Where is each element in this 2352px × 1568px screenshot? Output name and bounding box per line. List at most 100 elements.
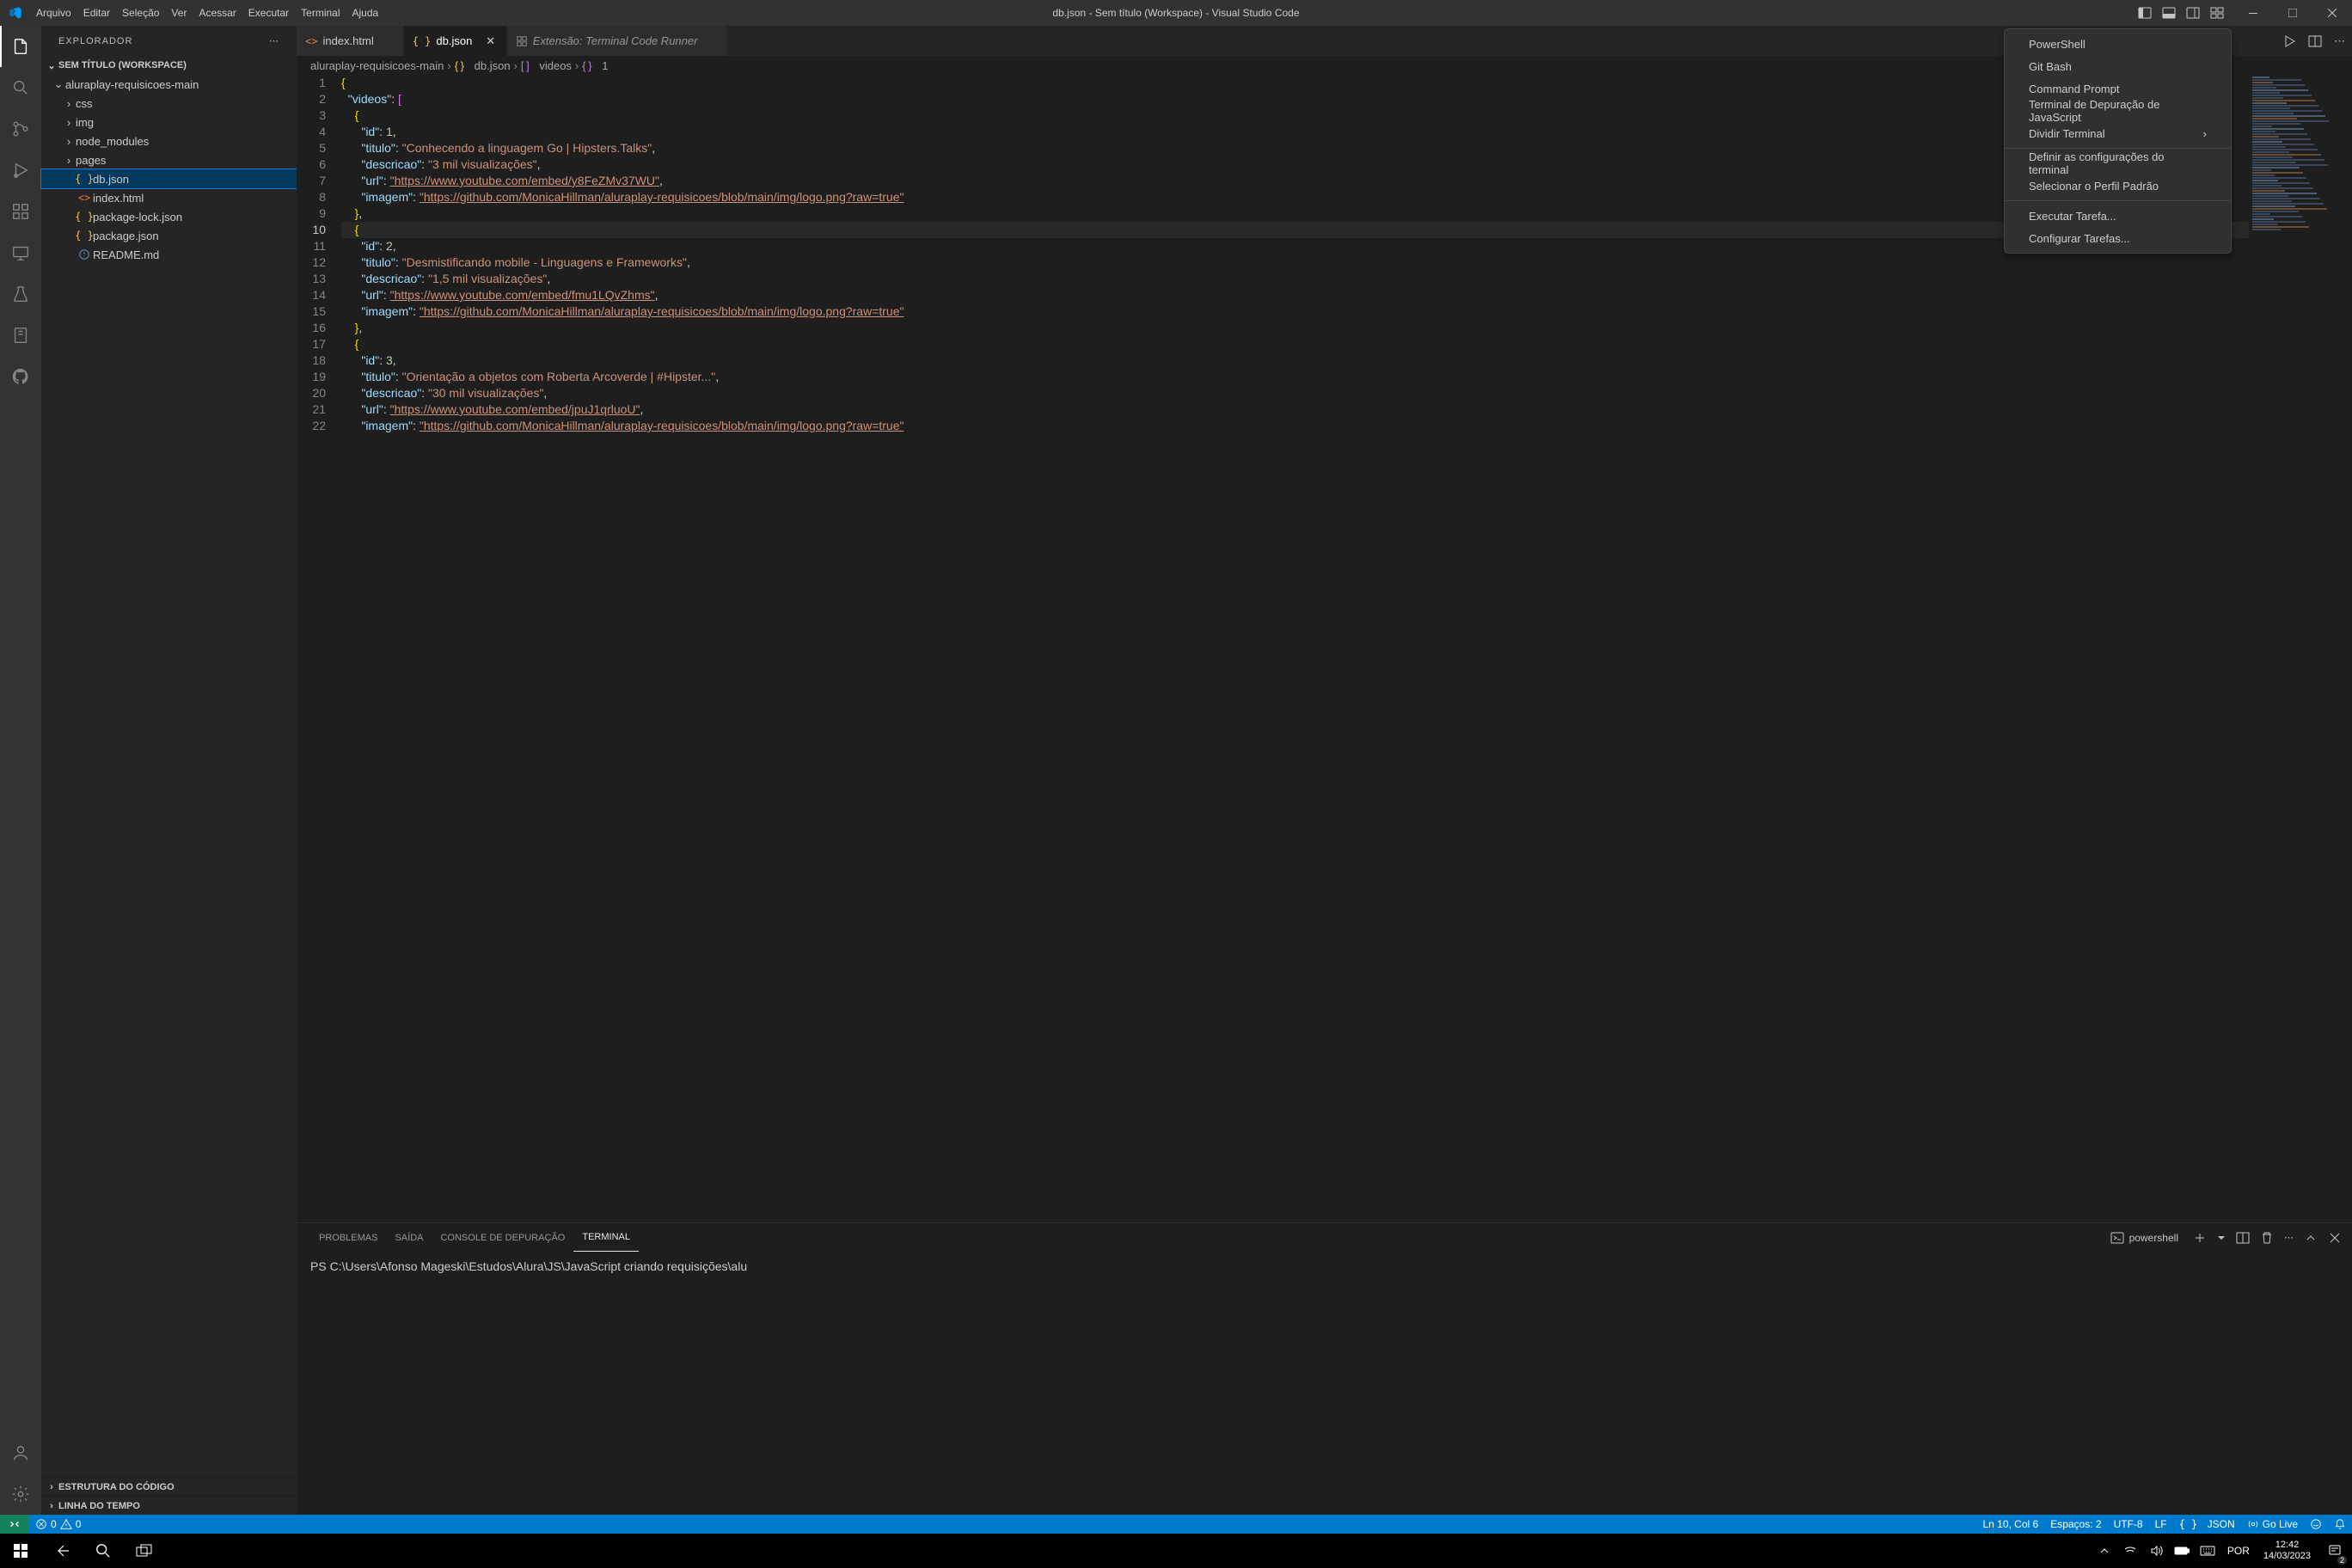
close-button[interactable] bbox=[2312, 0, 2352, 26]
tree-folder[interactable]: ›img bbox=[41, 113, 297, 132]
split-terminal-icon[interactable] bbox=[2236, 1231, 2250, 1245]
menu-terminal[interactable]: Terminal bbox=[295, 0, 346, 26]
menu-go[interactable]: Acessar bbox=[193, 0, 242, 26]
terminal-body[interactable]: PS C:\Users\Afonso Mageski\Estudos\Alura… bbox=[297, 1252, 2352, 1515]
tree-file[interactable]: README.md bbox=[41, 245, 297, 264]
kill-terminal-icon[interactable] bbox=[2260, 1231, 2274, 1245]
terminal-dropdown-icon[interactable] bbox=[2217, 1234, 2226, 1242]
activity-bookmarks-icon[interactable] bbox=[0, 315, 41, 356]
terminal-shell-selector[interactable]: powershell bbox=[2106, 1229, 2183, 1246]
activity-testing-icon[interactable] bbox=[0, 273, 41, 315]
activity-remote-icon[interactable] bbox=[0, 232, 41, 273]
timeline-header[interactable]: › LINHA DO TEMPO bbox=[41, 1496, 297, 1515]
tray-clock[interactable]: 12:42 14/03/2023 bbox=[2257, 1540, 2318, 1562]
toggle-secondary-sidebar-icon[interactable] bbox=[2181, 0, 2205, 26]
minimap[interactable] bbox=[2249, 75, 2352, 1222]
tray-show-hidden-icon[interactable] bbox=[2092, 1534, 2117, 1568]
close-panel-icon[interactable] bbox=[2328, 1231, 2342, 1245]
context-menu-item[interactable]: Configurar Tarefas... bbox=[2005, 227, 2231, 249]
panel-more-icon[interactable]: ⋯ bbox=[2284, 1232, 2294, 1243]
run-icon[interactable] bbox=[2282, 34, 2296, 48]
activity-account-icon[interactable] bbox=[0, 1432, 41, 1473]
tray-volume-icon[interactable] bbox=[2143, 1534, 2169, 1568]
activity-source-control-icon[interactable] bbox=[0, 108, 41, 150]
status-cursor-position[interactable]: Ln 10, Col 6 bbox=[1976, 1515, 2044, 1534]
editor-tab[interactable]: { }db.json✕ bbox=[404, 26, 507, 56]
taskbar-task-view-icon[interactable] bbox=[124, 1534, 165, 1568]
status-indentation[interactable]: Espaços: 2 bbox=[2044, 1515, 2107, 1534]
context-menu-item[interactable]: Definir as configurações do terminal bbox=[2005, 152, 2231, 175]
activity-github-icon[interactable] bbox=[0, 356, 41, 397]
customize-layout-icon[interactable] bbox=[2205, 0, 2229, 26]
menu-help[interactable]: Ajuda bbox=[346, 0, 385, 26]
status-eol[interactable]: LF bbox=[2149, 1515, 2173, 1534]
activity-run-debug-icon[interactable] bbox=[0, 150, 41, 191]
more-actions-icon[interactable]: ⋯ bbox=[2334, 34, 2345, 48]
status-language[interactable]: { } JSON bbox=[2173, 1515, 2241, 1534]
menu-view[interactable]: Ver bbox=[165, 0, 193, 26]
status-feedback-icon[interactable] bbox=[2304, 1515, 2328, 1534]
menu-selection[interactable]: Seleção bbox=[116, 0, 165, 26]
panel-tab-problems[interactable]: PROBLEMAS bbox=[310, 1223, 386, 1252]
status-go-live[interactable]: Go Live bbox=[2241, 1515, 2304, 1534]
context-menu-item-split[interactable]: Dividir Terminal› bbox=[2005, 122, 2231, 144]
tray-keyboard-icon[interactable] bbox=[2195, 1534, 2220, 1568]
outline-header[interactable]: › ESTRUTURA DO CÓDIGO bbox=[41, 1477, 297, 1496]
explorer-more-icon[interactable]: ⋯ bbox=[269, 35, 279, 46]
panel-tab-output[interactable]: SAÍDA bbox=[386, 1223, 432, 1252]
breadcrumb-file[interactable]: { } db.json bbox=[455, 59, 511, 72]
tray-language[interactable]: POR bbox=[2220, 1534, 2257, 1568]
tree-folder[interactable]: ›css bbox=[41, 94, 297, 113]
tree-file[interactable]: { }db.json bbox=[41, 169, 297, 188]
context-menu-item[interactable]: Command Prompt bbox=[2005, 77, 2231, 100]
editor-tab[interactable]: <>index.html✕ bbox=[297, 26, 404, 56]
tree-folder[interactable]: ›pages bbox=[41, 150, 297, 169]
tree-folder[interactable]: ›node_modules bbox=[41, 132, 297, 150]
close-tab-icon[interactable]: ✕ bbox=[484, 34, 498, 48]
status-remote-icon[interactable] bbox=[0, 1515, 29, 1534]
context-menu-item[interactable]: Git Bash bbox=[2005, 55, 2231, 77]
tree-folder-root[interactable]: ⌄ aluraplay-requisicoes-main bbox=[41, 75, 297, 94]
panel-tab-debug-console[interactable]: CONSOLE DE DEPURAÇÃO bbox=[432, 1223, 573, 1252]
split-editor-icon[interactable] bbox=[2308, 34, 2322, 48]
context-menu-item[interactable]: Selecionar o Perfil Padrão bbox=[2005, 175, 2231, 197]
tree-file[interactable]: { }package-lock.json bbox=[41, 207, 297, 226]
maximize-button[interactable] bbox=[2273, 0, 2312, 26]
tray-wifi-icon[interactable] bbox=[2117, 1534, 2143, 1568]
menu-run[interactable]: Executar bbox=[242, 0, 295, 26]
status-notifications-icon[interactable] bbox=[2328, 1515, 2352, 1534]
activity-explorer-icon[interactable] bbox=[0, 26, 41, 67]
toggle-primary-sidebar-icon[interactable] bbox=[2133, 0, 2157, 26]
panel-tab-terminal[interactable]: TERMINAL bbox=[573, 1223, 639, 1252]
toggle-panel-icon[interactable] bbox=[2157, 0, 2181, 26]
status-encoding[interactable]: UTF-8 bbox=[2108, 1515, 2149, 1534]
breadcrumb-folder[interactable]: aluraplay-requisicoes-main bbox=[310, 59, 444, 72]
chevron-down-icon: ⌄ bbox=[45, 60, 58, 71]
file-icon: { } bbox=[76, 173, 93, 185]
breadcrumb-object[interactable]: { } 1 bbox=[582, 59, 608, 72]
tree-file[interactable]: <>index.html bbox=[41, 188, 297, 207]
context-menu-item[interactable]: Executar Tarefa... bbox=[2005, 205, 2231, 227]
tray-battery-icon[interactable] bbox=[2169, 1534, 2195, 1568]
workspace-header[interactable]: ⌄ SEM TÍTULO (WORKSPACE) bbox=[41, 56, 297, 75]
taskbar-back-icon[interactable] bbox=[41, 1534, 83, 1568]
start-menu-icon[interactable] bbox=[0, 1534, 41, 1568]
context-menu-item[interactable]: PowerShell bbox=[2005, 33, 2231, 55]
tree-label: db.json bbox=[93, 173, 129, 186]
editor-tab[interactable]: Extensão: Terminal Code Runner✕ bbox=[507, 26, 728, 56]
minimize-button[interactable] bbox=[2233, 0, 2273, 26]
tray-notifications-icon[interactable]: 2 bbox=[2318, 1534, 2352, 1568]
new-terminal-icon[interactable] bbox=[2193, 1231, 2207, 1245]
maximize-panel-icon[interactable] bbox=[2304, 1231, 2318, 1245]
activity-settings-icon[interactable] bbox=[0, 1473, 41, 1515]
activity-extensions-icon[interactable] bbox=[0, 191, 41, 232]
menu-file[interactable]: Arquivo bbox=[30, 0, 77, 26]
breadcrumb-array[interactable]: [ ] videos bbox=[521, 59, 572, 72]
context-menu-item[interactable]: Terminal de Depuração de JavaScript bbox=[2005, 100, 2231, 122]
file-icon: { } bbox=[76, 230, 93, 242]
menu-edit[interactable]: Editar bbox=[77, 0, 116, 26]
status-errors[interactable]: 0 0 bbox=[29, 1515, 87, 1534]
activity-search-icon[interactable] bbox=[0, 67, 41, 108]
tree-file[interactable]: { }package.json bbox=[41, 226, 297, 245]
taskbar-search-icon[interactable] bbox=[83, 1534, 124, 1568]
